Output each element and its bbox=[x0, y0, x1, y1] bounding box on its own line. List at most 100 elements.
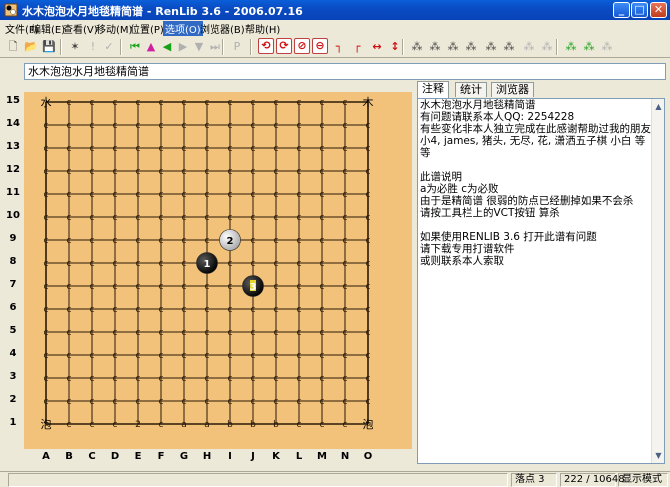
point-mark: c bbox=[159, 190, 164, 200]
point-mark: c bbox=[182, 374, 187, 384]
minimize-button[interactable]: _ bbox=[613, 2, 630, 18]
search-d-icon[interactable]: ⁂ bbox=[462, 38, 480, 56]
vct-icon[interactable]: ⁂ bbox=[500, 38, 518, 56]
mark-icon[interactable]: ✶ bbox=[66, 38, 84, 56]
search-c-icon[interactable]: ⁂ bbox=[444, 38, 462, 56]
save-icon[interactable]: 💾 bbox=[40, 38, 58, 56]
point-mark: c bbox=[67, 305, 72, 315]
menu-item-5[interactable]: 选项(O) bbox=[163, 21, 203, 36]
tab-1[interactable]: 统计 bbox=[455, 82, 487, 97]
column-label: M bbox=[317, 451, 327, 462]
comment-line: 水木泡泡水月地毯精简谱 bbox=[420, 99, 536, 111]
point-mark: c bbox=[366, 282, 371, 292]
flip-corner-right-icon[interactable]: ┌ bbox=[348, 38, 366, 56]
point-mark: c bbox=[90, 328, 95, 338]
point-mark: c bbox=[205, 213, 210, 223]
search-a-icon[interactable]: ⁂ bbox=[408, 38, 426, 56]
menu-item-6[interactable]: 浏览器(B) bbox=[198, 21, 247, 36]
point-mark: c bbox=[343, 328, 348, 338]
pass-icon[interactable]: P bbox=[228, 38, 246, 56]
rotate-down-icon[interactable]: ⊘ bbox=[294, 38, 310, 54]
comment-panel[interactable]: 水木泡泡水月地毯精简谱 有问题请联系本人QQ: 2254228 有些变化非本人独立完… bbox=[417, 98, 665, 464]
stop-icon[interactable]: ⁂ bbox=[598, 38, 616, 56]
comment-text[interactable]: 水木泡泡水月地毯精简谱 有问题请联系本人QQ: 2254228 有些变化非本人独立完… bbox=[420, 99, 652, 267]
open-icon[interactable]: 📂 bbox=[22, 38, 40, 56]
flip-corner-left-icon[interactable]: ┐ bbox=[330, 38, 348, 56]
vcf-icon[interactable]: ⁂ bbox=[482, 38, 500, 56]
point-mark: c bbox=[159, 259, 164, 269]
point-mark: c bbox=[297, 236, 302, 246]
rotate-left-icon[interactable]: ⟲ bbox=[258, 38, 274, 54]
point-mark: c bbox=[228, 213, 233, 223]
menu-item-4[interactable]: 位置(P) bbox=[128, 21, 166, 36]
point-mark: c bbox=[274, 213, 279, 223]
close-button[interactable]: ✕ bbox=[650, 2, 667, 18]
point-mark: c bbox=[366, 236, 371, 246]
maximize-button[interactable]: □ bbox=[631, 2, 648, 18]
comment-line: 请按工具栏上的VCT按钮 算杀 bbox=[420, 207, 560, 219]
point-mark: c bbox=[297, 213, 302, 223]
point-mark: c bbox=[90, 397, 95, 407]
column-label: E bbox=[134, 451, 142, 462]
menu-item-7[interactable]: 帮助(H) bbox=[243, 21, 282, 36]
point-mark: c bbox=[228, 121, 233, 131]
point-mark: c bbox=[113, 236, 118, 246]
point-mark: c bbox=[297, 98, 302, 108]
search-b-icon[interactable]: ⁂ bbox=[426, 38, 444, 56]
column-label: O bbox=[363, 451, 373, 462]
point-mark: c bbox=[228, 98, 233, 108]
bottom-point-mark: b bbox=[273, 420, 279, 430]
point-mark: c bbox=[136, 305, 141, 315]
point-mark: c bbox=[366, 374, 371, 384]
point-mark: c bbox=[136, 98, 141, 108]
point-mark: c bbox=[159, 351, 164, 361]
point-mark: c bbox=[182, 236, 187, 246]
point-mark: c bbox=[44, 328, 49, 338]
point-mark: c bbox=[67, 282, 72, 292]
point-mark: c bbox=[366, 259, 371, 269]
vcf-stop-icon[interactable]: ⁂ bbox=[520, 38, 538, 56]
point-mark: c bbox=[90, 259, 95, 269]
check-icon[interactable]: ✓ bbox=[100, 38, 118, 56]
vcf-plus-icon[interactable]: ⁂ bbox=[562, 38, 580, 56]
point-mark: c bbox=[136, 282, 141, 292]
point-mark: c bbox=[320, 213, 325, 223]
vct-stop-icon[interactable]: ⁂ bbox=[538, 38, 556, 56]
corner-mark: 水 bbox=[41, 96, 52, 109]
column-label: I bbox=[228, 451, 232, 462]
point-mark: c bbox=[90, 282, 95, 292]
point-mark: c bbox=[343, 144, 348, 154]
game-title-field[interactable]: 水木泡泡水月地毯精简谱 bbox=[24, 63, 666, 80]
toolbar: 🗋 📂 💾 ✶! ✓ ⏮ ▲ ◀ ▶ ▼ ⏭ P ⟲ ⟳ ⊘ ⊖ ┐ ┌ ↔ ↕ ⁂ ⁂ ⁂ ⁂ ⁂ ⁂ ⁂ ⁂ ⁂ ⁂ ⁂ bbox=[0, 36, 670, 58]
row-label: 13 bbox=[6, 141, 20, 152]
tab-0[interactable]: 注释 bbox=[417, 81, 449, 98]
point-mark: c bbox=[44, 282, 49, 292]
row-label: 5 bbox=[9, 325, 17, 336]
bottom-point-mark: c bbox=[67, 420, 72, 430]
rotate-right-icon[interactable]: ⟳ bbox=[276, 38, 292, 54]
point-mark: c bbox=[44, 121, 49, 131]
scroll-down-icon[interactable]: ▼ bbox=[653, 450, 664, 461]
tab-2[interactable]: 浏览器 bbox=[491, 82, 534, 97]
point-mark: c bbox=[67, 98, 72, 108]
new-icon[interactable]: 🗋 bbox=[4, 38, 22, 56]
comment-scrollbar[interactable]: ▲ ▼ bbox=[651, 99, 664, 463]
point-mark: c bbox=[67, 328, 72, 338]
point-mark: c bbox=[159, 144, 164, 154]
flip-horizontal-icon[interactable]: ↔ bbox=[368, 38, 386, 56]
point-mark: c bbox=[90, 190, 95, 200]
point-mark: c bbox=[251, 98, 256, 108]
point-mark: c bbox=[182, 397, 187, 407]
point-mark: c bbox=[44, 190, 49, 200]
point-mark: c bbox=[251, 190, 256, 200]
comment-line: 有问题请联系本人QQ: 2254228 bbox=[420, 111, 575, 123]
point-mark: c bbox=[113, 328, 118, 338]
point-mark: c bbox=[67, 236, 72, 246]
scroll-up-icon[interactable]: ▲ bbox=[653, 101, 664, 112]
rotate-up-icon[interactable]: ⊖ bbox=[312, 38, 328, 54]
gomoku-board[interactable]: c c c c c c c c c c c c c c c c c c c c c c c c c c c c c c c c c c c c c c c c… bbox=[24, 92, 412, 449]
point-mark: c bbox=[228, 328, 233, 338]
point-mark: c bbox=[44, 167, 49, 177]
row-label: 2 bbox=[9, 394, 17, 405]
vct-plus-icon[interactable]: ⁂ bbox=[580, 38, 598, 56]
